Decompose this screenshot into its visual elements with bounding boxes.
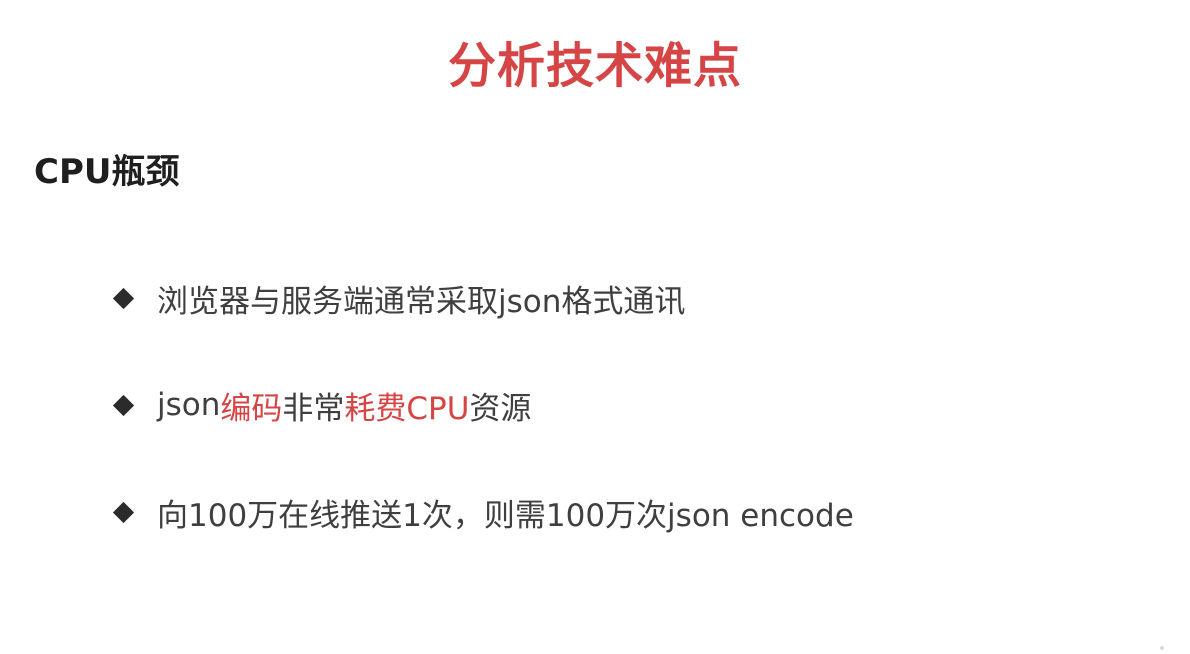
bullet-item-3: 向100万在线推送1次，则需100万次json encode bbox=[110, 487, 854, 537]
diamond-bullet-icon bbox=[112, 287, 135, 309]
bullet-text-2-part-5: 资源 bbox=[469, 390, 532, 427]
slide: 分析技术难点 CPU瓶颈 浏览器与服务端通常采取json格式通讯 json 编码… bbox=[0, 0, 1190, 654]
bullet-text-3: 向100万在线推送1次，则需100万次json encode bbox=[157, 497, 854, 534]
diamond-bullet-icon bbox=[112, 394, 135, 416]
bullet-item-2: json 编码 非常 耗费CPU 资源 bbox=[110, 380, 531, 430]
section-heading: CPU瓶颈 bbox=[34, 152, 180, 192]
corner-dot bbox=[1160, 646, 1164, 650]
bullet-text-2-highlight-1: 编码 bbox=[220, 390, 283, 427]
diamond-bullet-icon bbox=[112, 501, 135, 523]
bullet-text-2-highlight-2: 耗费CPU bbox=[344, 390, 470, 427]
bullet-item-1: 浏览器与服务端通常采取json格式通讯 bbox=[110, 273, 685, 323]
bullet-text-2-part-3: 非常 bbox=[282, 390, 345, 427]
slide-title: 分析技术难点 bbox=[447, 38, 742, 94]
bullet-text-2-part-1: json bbox=[157, 387, 221, 423]
bullet-text-1: 浏览器与服务端通常采取json格式通讯 bbox=[157, 283, 686, 320]
